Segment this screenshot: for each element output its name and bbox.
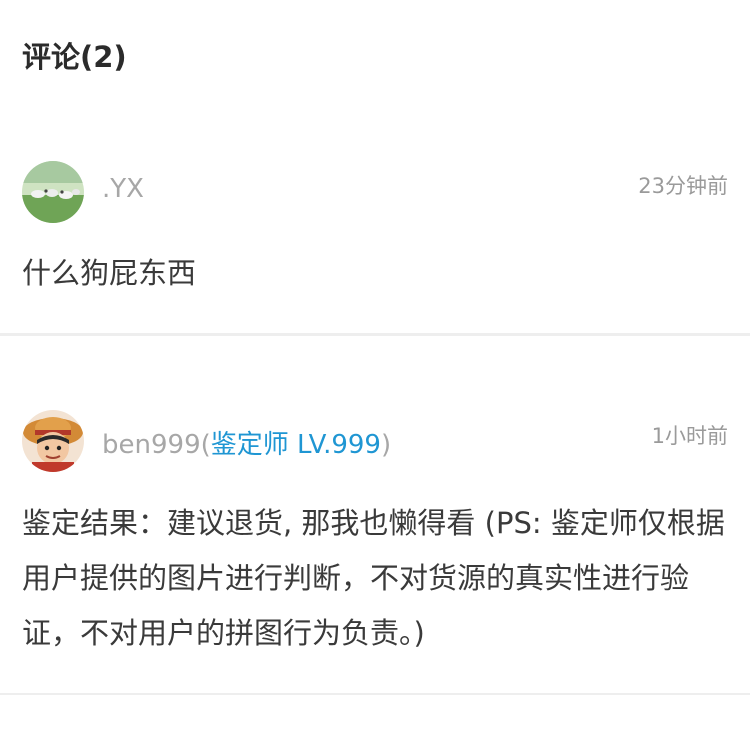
comment-username[interactable]: ben999(鉴定师 LV.999)	[102, 424, 391, 461]
landscape-avatar-icon	[22, 161, 84, 223]
appraiser-role-label: 鉴定师 LV.999	[210, 430, 381, 460]
comment-timestamp: 1小时前	[651, 424, 728, 448]
comment-timestamp: 23分钟前	[638, 174, 728, 198]
avatar[interactable]	[22, 410, 84, 472]
comment-text: 鉴定结果：建议退货, 那我也懒得看 (PS: 鉴定师仅根据用户提供的图片进行判断…	[22, 506, 725, 650]
username-text[interactable]: .YX	[102, 174, 144, 204]
comments-title: 评论(2)	[22, 40, 127, 74]
comment-divider	[0, 333, 750, 336]
comment-divider	[0, 693, 750, 695]
username-suffix: )	[380, 430, 392, 460]
username-text[interactable]: ben999(	[102, 430, 211, 460]
comment-text: 什么狗屁东西	[22, 256, 197, 290]
character-avatar-icon	[22, 410, 84, 472]
avatar[interactable]	[22, 161, 84, 223]
comment-username[interactable]: .YX	[102, 174, 144, 204]
